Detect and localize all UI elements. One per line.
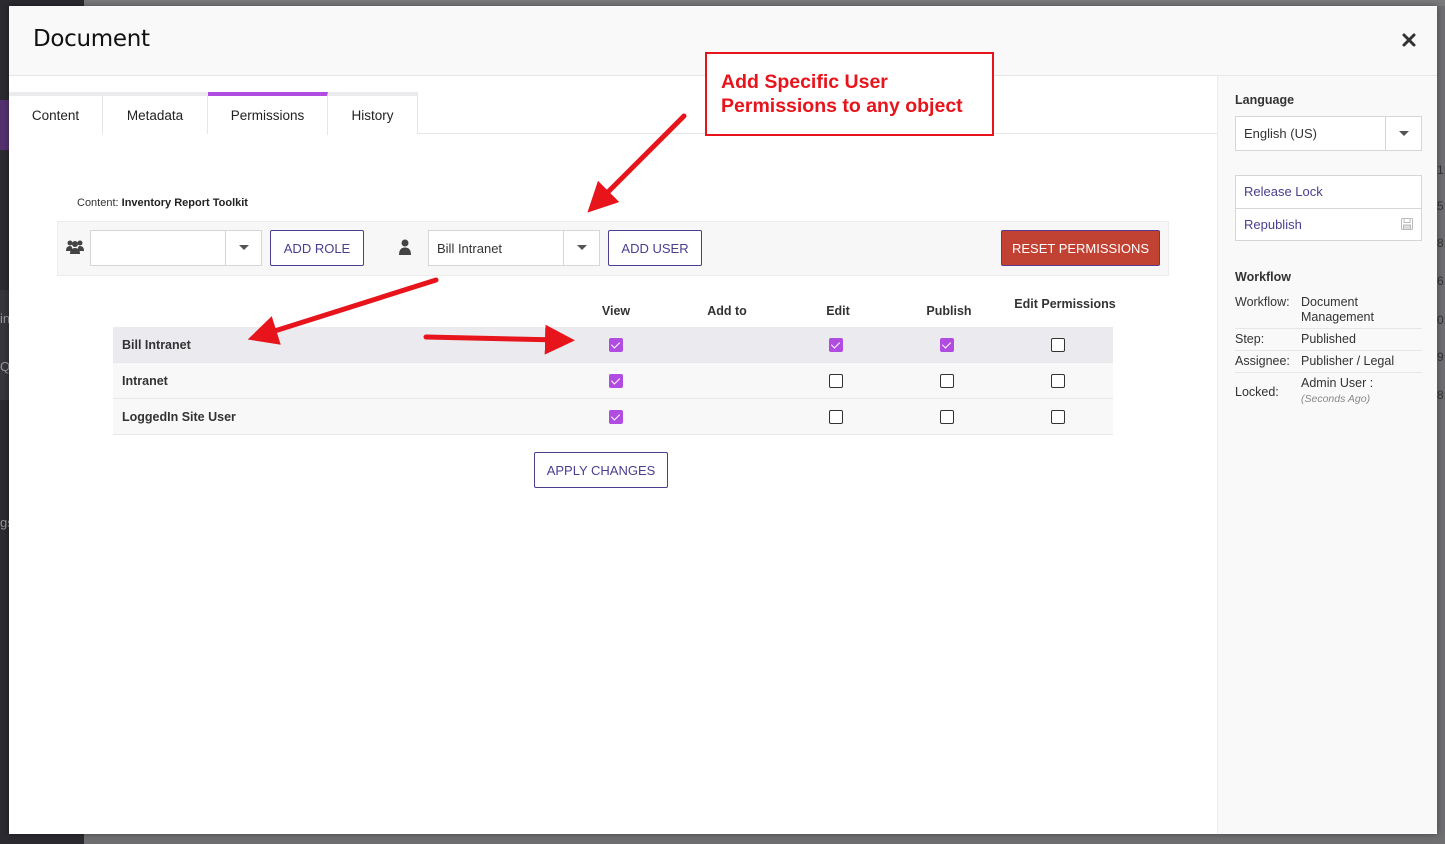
workflow-value: Document Management — [1301, 295, 1374, 324]
row-name: Intranet — [122, 374, 168, 388]
background-text: 8: — [1437, 236, 1445, 250]
content-label: Content: Inventory Report Toolkit — [77, 197, 248, 209]
action-list: Release Lock Republish — [1235, 175, 1422, 241]
publish-checkbox[interactable] — [940, 410, 954, 424]
workflow-key: Locked: — [1235, 384, 1279, 399]
background-text: 6: — [1437, 274, 1445, 288]
tab-metadata[interactable]: Metadata — [103, 92, 208, 134]
content-prefix: Content: — [77, 197, 119, 209]
background-text: 8: — [1437, 388, 1445, 402]
release-lock-button[interactable]: Release Lock — [1236, 176, 1421, 208]
column-header-publish: Publish — [926, 304, 972, 318]
edit-permissions-checkbox[interactable] — [1051, 410, 1065, 424]
workflow-value: Admin User : — [1301, 376, 1374, 390]
user-select-toggle[interactable] — [563, 231, 599, 265]
workflow-row: Step: Published — [1235, 329, 1422, 351]
workflow-key: Workflow: — [1235, 295, 1290, 309]
edit-permissions-checkbox[interactable] — [1051, 338, 1065, 352]
role-select[interactable] — [90, 230, 262, 266]
chevron-down-icon — [577, 245, 587, 250]
workflow-row: Locked: Admin User : (Seconds Ago) — [1235, 373, 1422, 410]
user-select[interactable]: Bill Intranet — [428, 230, 600, 266]
table-row: LoggedIn Site User — [113, 399, 1113, 435]
annotation-line: Add Specific User — [721, 71, 888, 93]
language-value: English (US) — [1244, 126, 1317, 141]
add-role-button[interactable]: ADD ROLE — [270, 230, 364, 266]
tab-label: History — [351, 107, 394, 123]
tab-bar: Content Metadata Permissions History — [9, 92, 1217, 135]
column-header-view: View — [601, 304, 631, 318]
reset-permissions-button[interactable]: RESET PERMISSIONS — [1001, 230, 1160, 266]
modal-title: Document — [33, 26, 150, 52]
workflow-heading: Workflow — [1235, 270, 1292, 284]
close-icon[interactable] — [1401, 32, 1417, 48]
language-select-toggle[interactable] — [1385, 117, 1421, 150]
save-icon — [1401, 218, 1413, 230]
background-text: 5: — [1437, 199, 1445, 213]
publish-checkbox[interactable] — [940, 374, 954, 388]
background-text: 1: — [1437, 163, 1445, 177]
tab-label: Content — [31, 107, 80, 123]
user-select-value: Bill Intranet — [437, 241, 503, 256]
background-text: 9: — [1437, 350, 1445, 364]
column-header-add-to: Add to — [707, 304, 747, 318]
action-label: Release Lock — [1244, 184, 1323, 199]
right-sidebar: Language English (US) Release Lock Repub… — [1217, 76, 1437, 834]
content-name: Inventory Report Toolkit — [121, 197, 248, 209]
workflow-key: Assignee: — [1235, 354, 1290, 368]
add-user-button[interactable]: ADD USER — [608, 230, 702, 266]
row-name: Bill Intranet — [122, 338, 191, 352]
language-select[interactable]: English (US) — [1235, 116, 1422, 151]
user-icon — [399, 239, 411, 255]
role-select-toggle[interactable] — [225, 231, 261, 265]
view-checkbox[interactable] — [609, 338, 623, 352]
language-heading: Language — [1235, 93, 1295, 107]
view-checkbox[interactable] — [609, 410, 623, 424]
tab-permissions[interactable]: Permissions — [208, 92, 328, 135]
column-header-edit-permissions: Edit Permissions — [1014, 297, 1116, 311]
table-row: Intranet — [113, 363, 1113, 399]
apply-changes-button[interactable]: APPLY CHANGES — [534, 452, 668, 488]
lock-time: (Seconds Ago) — [1301, 393, 1371, 405]
edit-checkbox[interactable] — [829, 338, 843, 352]
workflow-details: Workflow: Document Management Step: Publ… — [1235, 292, 1422, 410]
workflow-value-group: Admin User : (Seconds Ago) — [1301, 376, 1422, 407]
edit-checkbox[interactable] — [829, 410, 843, 424]
action-label: Republish — [1244, 217, 1302, 232]
table-row: Bill Intranet — [113, 327, 1113, 363]
edit-checkbox[interactable] — [829, 374, 843, 388]
workflow-value: Publisher / Legal — [1301, 354, 1395, 368]
workflow-key: Step: — [1235, 332, 1265, 346]
users-icon — [66, 240, 84, 254]
chevron-down-icon — [1399, 131, 1409, 136]
tab-history[interactable]: History — [328, 92, 418, 134]
workflow-row: Assignee: Publisher / Legal — [1235, 351, 1422, 373]
permissions-toolbar: ADD ROLE Bill Intranet ADD USER RESET PE… — [57, 221, 1169, 276]
workflow-row: Workflow: Document Management — [1235, 292, 1422, 329]
annotation-text: Add Specific User Permissions to any obj… — [721, 70, 963, 118]
view-checkbox[interactable] — [609, 374, 623, 388]
annotation-callout: Add Specific User Permissions to any obj… — [705, 52, 994, 136]
background-text: 0: — [1437, 313, 1445, 327]
tab-content[interactable]: Content — [9, 92, 103, 134]
tab-label: Metadata — [126, 107, 184, 123]
republish-button[interactable]: Republish — [1236, 208, 1421, 240]
edit-permissions-checkbox[interactable] — [1051, 374, 1065, 388]
publish-checkbox[interactable] — [940, 338, 954, 352]
main-panel: Content Metadata Permissions History Con… — [9, 76, 1217, 834]
tab-label: Permissions — [230, 108, 305, 123]
workflow-value: Published — [1301, 332, 1356, 346]
row-name: LoggedIn Site User — [122, 410, 236, 424]
column-header-edit: Edit — [826, 304, 850, 318]
chevron-down-icon — [239, 245, 249, 250]
annotation-line: Permissions to any object — [721, 95, 963, 117]
